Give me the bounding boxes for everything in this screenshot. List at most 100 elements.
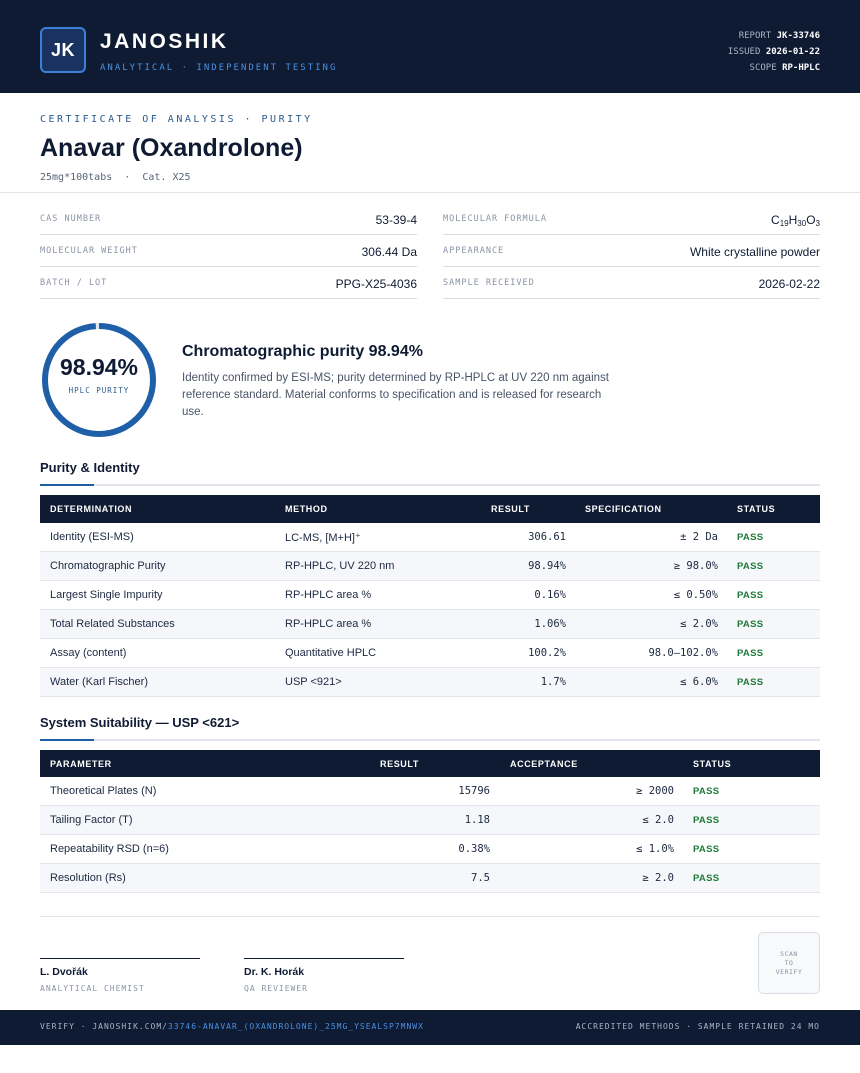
cell-acceptance: ≥ 2000 xyxy=(636,785,674,797)
detail-formula: MOLECULAR FORMULA C19H30O3 xyxy=(443,203,820,235)
cell-determination: Assay (content) xyxy=(50,647,127,659)
verify-qr-placeholder[interactable]: SCAN TO VERIFY xyxy=(758,932,820,994)
issued-line: ISSUED 2026-01-22 xyxy=(728,44,820,60)
detail-appearance: APPEARANCE White crystalline powder xyxy=(443,235,820,267)
scope-value: RP-HPLC xyxy=(782,63,820,73)
status-badge: PASS xyxy=(693,786,720,797)
table-header: PARAMETER RESULT ACCEPTANCE STATUS xyxy=(40,750,820,777)
purity-label: HPLC PURITY xyxy=(68,386,130,395)
purity-summary-text: Identity confirmed by ESI-MS; purity det… xyxy=(182,372,609,418)
column-header: PARAMETER xyxy=(50,759,112,769)
table-row: Theoretical Plates (N) 15796 ≥ 2000 PASS xyxy=(40,777,820,806)
cell-result: 100.2% xyxy=(528,647,566,659)
cell-method: LC-MS, [M+H]⁺ xyxy=(285,532,361,544)
section-rule xyxy=(40,739,820,741)
status-badge: PASS xyxy=(737,532,764,543)
cell-parameter: Tailing Factor (T) xyxy=(50,814,133,826)
verify-line: VERIFY · JANOSHIK.COM/33746-ANAVAR_(OXAN… xyxy=(40,1022,424,1031)
table-row: Resolution (Rs) 7.5 ≥ 2.0 PASS xyxy=(40,864,820,893)
table-row: Repeatability RSD (n=6) 0.38% ≤ 1.0% PASS xyxy=(40,835,820,864)
table-row: Total Related Substances RP-HPLC area % 1.… xyxy=(40,610,820,639)
brand-tagline: ANALYTICAL · INDEPENDENT TESTING xyxy=(100,63,338,73)
table-row: Identity (ESI-MS) LC-MS, [M+H]⁺ 306.61 ± 2 … xyxy=(40,523,820,552)
qr-text: VERIFY xyxy=(775,967,803,976)
detail-label: CAS NUMBER xyxy=(40,214,102,224)
brand-logo: JK xyxy=(40,27,86,73)
qr-text: SCAN xyxy=(780,949,798,958)
cell-determination: Largest Single Impurity xyxy=(50,589,163,601)
cell-specification: ≥ 98.0% xyxy=(673,560,718,572)
report-label: REPORT xyxy=(738,31,772,41)
status-badge: PASS xyxy=(737,619,764,630)
cell-determination: Identity (ESI-MS) xyxy=(50,531,134,543)
detail-value: 2026-02-22 xyxy=(758,277,820,291)
report-footer: VERIFY · JANOSHIK.COM/33746-ANAVAR_(OXAN… xyxy=(0,1010,860,1045)
status-badge: PASS xyxy=(737,590,764,601)
status-badge: PASS xyxy=(737,648,764,659)
detail-label: MOLECULAR WEIGHT xyxy=(40,246,138,256)
detail-weight: MOLECULAR WEIGHT 306.44 Da xyxy=(40,235,417,267)
signature-name: L. Dvořák xyxy=(40,966,88,978)
signature-name: Dr. K. Horák xyxy=(244,966,305,978)
detail-value: 53-39-4 xyxy=(375,213,417,227)
issued-value: 2026-01-22 xyxy=(765,47,820,57)
cell-specification: ≤ 0.50% xyxy=(673,589,718,601)
column-header: RESULT xyxy=(491,504,530,514)
cell-parameter: Theoretical Plates (N) xyxy=(50,785,157,797)
column-header: RESULT xyxy=(380,759,419,769)
column-header: STATUS xyxy=(693,759,732,769)
cell-result: 0.16% xyxy=(534,589,566,601)
detail-label: APPEARANCE xyxy=(443,246,505,256)
detail-label: BATCH / LOT xyxy=(40,278,108,288)
verify-prefix: VERIFY · JANOSHIK.COM/ xyxy=(40,1022,168,1031)
section-rule-accent xyxy=(40,739,94,741)
table-row: Assay (content) Quantitative HPLC 100.2% 98… xyxy=(40,639,820,668)
signature-line xyxy=(244,958,404,959)
cell-specification: ≤ 2.0% xyxy=(680,618,718,630)
table-row: Chromatographic Purity RP-HPLC, UV 220 nm… xyxy=(40,552,820,581)
verify-link[interactable]: 33746-ANAVAR_(OXANDROLONE)_25MG_YSEALSP7… xyxy=(168,1022,424,1031)
cell-determination: Water (Karl Fischer) xyxy=(50,676,148,688)
detail-cas: CAS NUMBER 53-39-4 xyxy=(40,203,417,235)
section-title-suitability: System Suitability — USP <621> xyxy=(40,715,240,730)
table-row: Water (Karl Fischer) USP <921> 1.7% ≤ 6.0% P… xyxy=(40,668,820,697)
report-meta: REPORT JK-33746 ISSUED 2026-01-22 SCOPE … xyxy=(728,28,820,76)
section-rule-accent xyxy=(40,484,94,486)
cell-method: RP-HPLC area % xyxy=(285,618,372,630)
cell-method: RP-HPLC area % xyxy=(285,589,372,601)
scope-line: SCOPE RP-HPLC xyxy=(728,60,820,76)
column-header: STATUS xyxy=(737,504,776,514)
section-title-purity: Purity & Identity xyxy=(40,460,140,475)
purity-value: 98.94% xyxy=(59,354,138,380)
signature-line xyxy=(40,958,200,959)
cell-result: 1.18 xyxy=(464,814,490,826)
detail-value: C19H30O3 xyxy=(771,213,820,228)
cell-specification: ≤ 6.0% xyxy=(680,676,718,688)
purity-summary-title: Chromatographic purity 98.94% xyxy=(182,343,423,360)
cell-method: RP-HPLC, UV 220 nm xyxy=(285,560,395,572)
certificate-label: CERTIFICATE OF ANALYSIS · PURITY xyxy=(40,114,313,125)
product-title: Anavar (Oxandrolone) xyxy=(40,134,303,162)
cell-method: USP <921> xyxy=(285,676,342,688)
cell-determination: Total Related Substances xyxy=(50,618,175,630)
status-badge: PASS xyxy=(693,844,720,855)
detail-value: White crystalline powder xyxy=(689,245,820,259)
cell-specification: ± 2 Da xyxy=(680,531,718,543)
detail-label: MOLECULAR FORMULA xyxy=(443,214,547,224)
cell-result: 1.7% xyxy=(540,676,566,688)
detail-value: PPG-X25-4036 xyxy=(335,277,417,291)
cell-determination: Chromatographic Purity xyxy=(50,560,166,572)
divider xyxy=(0,192,860,193)
column-header: METHOD xyxy=(285,504,328,514)
status-badge: PASS xyxy=(693,815,720,826)
report-id-line: REPORT JK-33746 xyxy=(728,28,820,44)
section-rule xyxy=(40,484,820,486)
cell-result: 0.38% xyxy=(458,843,490,855)
cell-acceptance: ≤ 2.0 xyxy=(642,814,674,826)
qr-text: TO xyxy=(784,958,794,967)
scope-label: SCOPE xyxy=(749,63,777,73)
issued-label: ISSUED xyxy=(727,47,761,57)
report-value: JK-33746 xyxy=(776,31,820,41)
table-row: Largest Single Impurity RP-HPLC area % 0.1… xyxy=(40,581,820,610)
brand-name: JANOSHIK xyxy=(100,30,229,53)
